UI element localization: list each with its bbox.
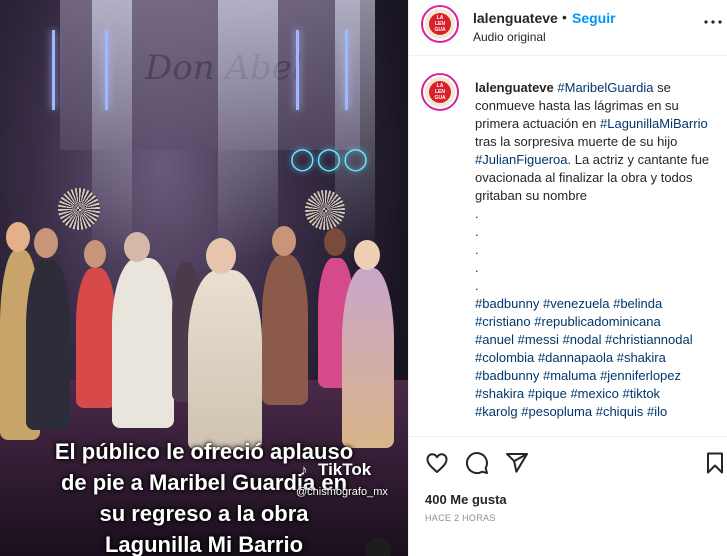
performer [262, 255, 308, 405]
hashtag-link[interactable]: #shakira [475, 386, 524, 401]
hashtag-link[interactable]: #LagunillaMiBarrio [600, 116, 708, 131]
hashtag-link[interactable]: #mexico [570, 386, 618, 401]
performer [342, 268, 394, 448]
hashtag-line: #karolg #pesopluma #chiquis #ilo [475, 403, 715, 421]
hashtag-link[interactable]: #belinda [613, 296, 662, 311]
post-username[interactable]: lalenguateve [473, 10, 558, 26]
brand-logo: LA LEN GUA [429, 13, 451, 35]
hashtag-link[interactable]: #jenniferlopez [600, 368, 681, 383]
more-options-icon[interactable] [703, 12, 723, 30]
performer [26, 260, 70, 430]
performer-head [84, 240, 106, 268]
follow-button[interactable]: Seguir [572, 10, 616, 26]
hashtag-link[interactable]: #venezuela [543, 296, 610, 311]
hashtag-link[interactable]: #pesopluma [521, 404, 592, 419]
performer-head [324, 228, 346, 256]
dot-spacer: . [475, 206, 479, 221]
brand-logo: LA LEN GUA [429, 81, 451, 103]
performer-lead [188, 270, 262, 450]
performer [112, 258, 174, 428]
hashtag-link[interactable]: #cristiano [475, 314, 531, 329]
neon-bar [345, 30, 348, 110]
hashtag-link[interactable]: #karolg [475, 404, 518, 419]
heart-icon[interactable] [425, 451, 451, 477]
performer-head [206, 238, 236, 274]
tiktok-handle: @chismografo_mx [296, 486, 388, 498]
avatar-inner: LA LEN GUA [425, 9, 455, 39]
performer-head [34, 228, 58, 258]
performer [76, 268, 116, 408]
performer-head [124, 232, 150, 262]
post-actions: 400 Me gusta HACE 2 HORAS [409, 436, 727, 556]
hashtag-line: #colombia #dannapaola #shakira [475, 349, 715, 367]
share-icon[interactable] [505, 451, 531, 477]
dot-spacer: . [475, 278, 479, 293]
hashtag-list: #badbunny #venezuela #belinda #cristiano … [475, 295, 715, 421]
caption-username[interactable]: lalenguateve [475, 80, 554, 95]
hashtag-link[interactable]: #pique [528, 386, 567, 401]
hashtag-link[interactable]: #christiannodal [605, 332, 692, 347]
likes-count[interactable]: 400 Me gusta [425, 492, 507, 507]
hashtag-link[interactable]: #nodal [562, 332, 601, 347]
caption-text: tras la sorpresiva muerte de su hijo [475, 134, 678, 149]
neon-bar [296, 30, 299, 110]
hashtag-line: #cristiano #republicadominicana [475, 313, 715, 331]
dot-spacer: . [475, 260, 479, 275]
separator-dot: • [562, 9, 567, 25]
avatar[interactable]: LA LEN GUA [421, 73, 459, 111]
hashtag-line: #badbunny #venezuela #belinda [475, 295, 715, 313]
light-beam [92, 0, 132, 260]
hashtag-link[interactable]: #republicadominicana [534, 314, 660, 329]
hashtag-link[interactable]: #JulianFigueroa [475, 152, 568, 167]
hashtag-line: #badbunny #maluma #jenniferlopez [475, 367, 715, 385]
hashtag-link[interactable]: #anuel [475, 332, 514, 347]
light-beam [218, 0, 278, 260]
hashtag-link[interactable]: #ilo [647, 404, 667, 419]
tiktok-icon: ♪ [300, 462, 308, 479]
performer-head [272, 226, 296, 256]
hashtag-link[interactable]: #badbunny [475, 296, 539, 311]
neon-bar [105, 30, 108, 110]
caption-section: LA LEN GUA lalenguateve #MaribelGuardia se… [409, 57, 727, 435]
hashtag-link[interactable]: #dannapaola [538, 350, 613, 365]
performer-head [6, 222, 30, 252]
post-video[interactable]: Don Abel ◯◯◯ El público le ofreció aplau… [0, 0, 408, 556]
hashtag-line: #anuel #messi #nodal #christiannodal [475, 331, 715, 349]
hashtag-link[interactable]: #colombia [475, 350, 534, 365]
neon-bar [52, 30, 55, 110]
hashtag-link[interactable]: #MaribelGuardia [557, 80, 653, 95]
hashtag-link[interactable]: #messi [518, 332, 559, 347]
post-timestamp[interactable]: HACE 2 HORAS [425, 513, 496, 523]
performer-head [354, 240, 380, 270]
dot-spacer: . [475, 242, 479, 257]
avatar[interactable]: LA LEN GUA [421, 5, 459, 43]
post-header: LA LEN GUA lalenguateve • Seguir Audio ori… [409, 0, 727, 56]
hashtag-link[interactable]: #badbunny [475, 368, 539, 383]
post-sidebar: LA LEN GUA lalenguateve • Seguir Audio ori… [408, 0, 727, 556]
hashtag-link[interactable]: #chiquis [596, 404, 644, 419]
bookmark-icon[interactable] [703, 451, 727, 477]
avatar-inner: LA LEN GUA [425, 77, 455, 107]
hashtag-link[interactable]: #maluma [543, 368, 596, 383]
hashtag-link[interactable]: #shakira [617, 350, 666, 365]
video-caption-line: su regreso a la obra [99, 501, 309, 526]
dot-spacer: . [475, 224, 479, 239]
neon-circles: ◯◯◯ [290, 146, 370, 171]
decor-fan [58, 188, 100, 230]
hashtag-link[interactable]: #tiktok [622, 386, 660, 401]
tiktok-watermark: TikTok [318, 460, 372, 479]
post-caption: lalenguateve #MaribelGuardia se conmueve… [475, 79, 715, 421]
hashtag-line: #shakira #pique #mexico #tiktok [475, 385, 715, 403]
video-caption-line: Lagunilla Mi Barrio [104, 532, 304, 556]
audio-link[interactable]: Audio original [473, 30, 546, 44]
comment-icon[interactable] [465, 451, 491, 477]
decor-fan [305, 190, 345, 230]
